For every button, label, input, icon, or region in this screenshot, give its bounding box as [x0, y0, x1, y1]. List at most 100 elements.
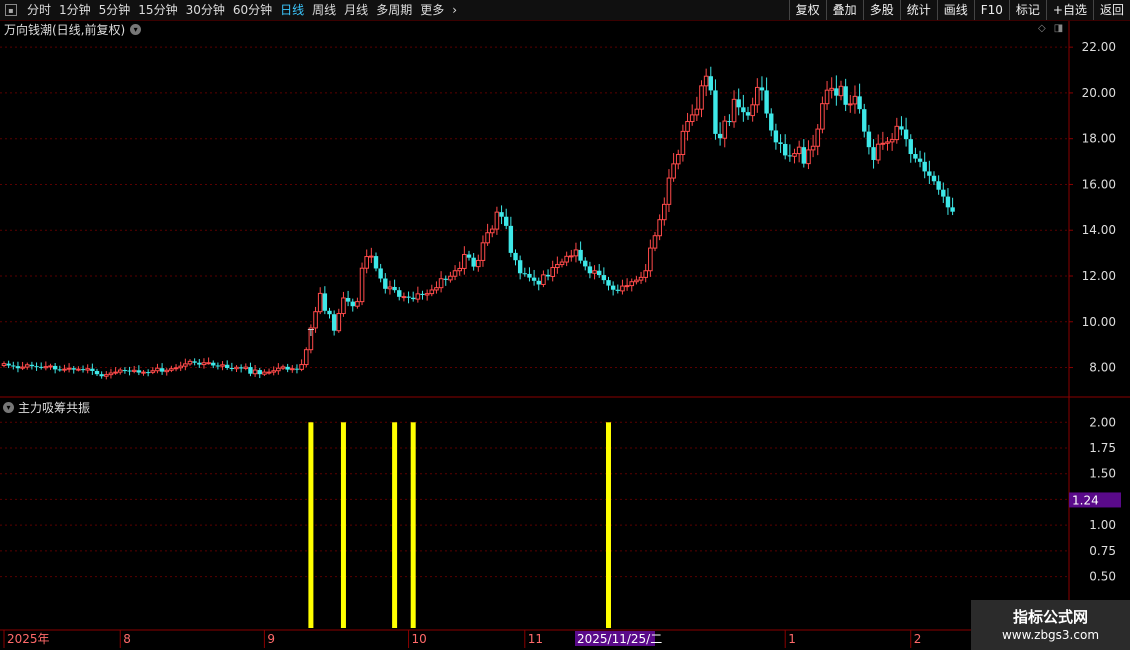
candle-body: [397, 290, 402, 297]
candle-body: [741, 107, 746, 113]
price-tick-label: 14.00: [1082, 223, 1116, 237]
chevron-down-icon[interactable]: ▾: [3, 402, 14, 413]
candle-body: [550, 267, 556, 277]
time-axis-label: 2: [914, 632, 922, 646]
candle-body: [927, 171, 932, 176]
candle-body: [527, 273, 532, 278]
candle-body: [466, 254, 472, 258]
candle-body: [866, 131, 872, 148]
candle-body: [917, 158, 923, 162]
candle-body: [341, 297, 346, 315]
candle-body: [764, 90, 769, 114]
candle-body: [131, 369, 137, 372]
candle-body: [57, 369, 62, 371]
candle-body: [606, 280, 611, 286]
candle-body: [559, 261, 565, 266]
candle-body: [24, 364, 30, 368]
candle-body: [415, 293, 421, 300]
candle-body: [922, 161, 927, 172]
candle-body: [573, 249, 579, 257]
candle-body: [169, 368, 174, 371]
candle-body: [369, 255, 374, 258]
candle-body: [769, 113, 774, 131]
candle-body: [592, 270, 597, 274]
candle-body: [424, 293, 430, 296]
candle-body: [80, 369, 86, 371]
candle-body: [545, 274, 551, 277]
candle-body: [815, 128, 821, 147]
candle-body: [280, 366, 286, 369]
candle-body: [401, 296, 407, 299]
signal-tick-label: 1.50: [1089, 467, 1116, 481]
candle-body: [336, 313, 342, 332]
candle-body: [238, 367, 244, 369]
candle-body: [141, 371, 146, 374]
candle-body: [429, 289, 435, 295]
candle-body: [243, 366, 249, 369]
candle-body: [597, 270, 602, 276]
signal-bar: [606, 422, 611, 628]
candle-body: [796, 146, 802, 155]
candle-body: [150, 370, 156, 373]
candle-body: [62, 368, 67, 371]
candle-body: [411, 297, 416, 300]
candle-body: [838, 85, 844, 97]
watermark: 指标公式网 www.zbgs3.com: [971, 600, 1130, 650]
kline-chart[interactable]: 22.0020.0018.0016.0014.0012.0010.008.002…: [0, 0, 1130, 650]
candle-body: [211, 362, 216, 366]
candle-body: [322, 293, 328, 311]
candle-body: [15, 366, 21, 369]
candle-body: [829, 87, 835, 91]
candle-body: [355, 301, 360, 307]
signal-bar: [340, 422, 346, 628]
signal-tick-label: 1.00: [1089, 518, 1116, 532]
candle-body: [569, 255, 574, 258]
candle-body: [52, 365, 58, 370]
price-tick-label: 10.00: [1082, 315, 1116, 329]
candle-body: [494, 211, 500, 230]
watermark-url: www.zbgs3.com: [1001, 628, 1100, 642]
candle-body: [373, 256, 379, 269]
candle-body: [908, 139, 913, 155]
candle-body: [852, 95, 858, 105]
candle-body: [220, 364, 225, 367]
signal-bar: [392, 422, 398, 628]
candle-body: [941, 189, 946, 197]
signal-tick-label: 2.00: [1089, 415, 1116, 429]
candle-body: [522, 273, 527, 275]
candle-body: [913, 154, 918, 159]
sub-panel-header: ▾ 主力吸筹共振: [3, 399, 90, 416]
candle-body: [108, 372, 114, 376]
candle-body: [610, 285, 616, 290]
candle-body: [792, 153, 797, 157]
candle-body: [457, 267, 462, 272]
candle-body: [620, 285, 625, 292]
candle-body: [11, 365, 16, 367]
candle-body: [722, 120, 728, 139]
price-tick-label: 22.00: [1082, 40, 1116, 54]
candle-body: [657, 219, 662, 237]
price-tick-label: 18.00: [1082, 132, 1116, 146]
candle-body: [290, 368, 295, 371]
candle-body: [406, 296, 411, 298]
candle-body: [317, 292, 323, 313]
candle-body: [713, 90, 718, 134]
candles: [1, 66, 955, 380]
candle-body: [345, 297, 351, 302]
time-axis-label: 8: [123, 632, 131, 646]
candle-body: [731, 98, 737, 123]
candle-body: [504, 216, 509, 226]
candle-body: [225, 364, 230, 368]
candle-body: [717, 133, 723, 139]
candle-body: [824, 89, 830, 105]
candle-body: [903, 129, 909, 140]
signal-tick-label: 1.75: [1089, 441, 1116, 455]
time-axis-label: 1: [788, 632, 796, 646]
candle-body: [885, 141, 890, 144]
candle-body: [601, 275, 607, 281]
candle-body: [703, 75, 709, 87]
candle-body: [894, 125, 900, 141]
candle-body: [331, 314, 337, 331]
low-marker: T: [307, 328, 315, 339]
candle-body: [271, 370, 276, 373]
